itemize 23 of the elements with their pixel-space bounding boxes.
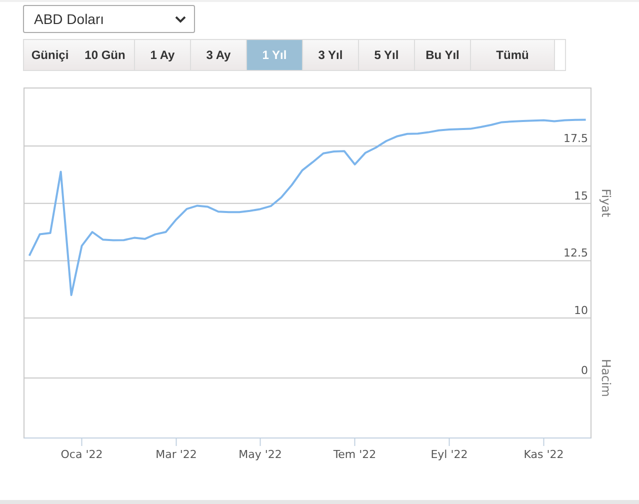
- range-tab[interactable]: 5 Yıl: [359, 40, 415, 70]
- y-tick-label: 10: [574, 304, 588, 318]
- y-axis-title: Fiyat: [599, 188, 613, 218]
- y-tick-label: 15: [574, 189, 588, 202]
- range-tab[interactable]: 1 Ay: [135, 40, 191, 70]
- y-tick-label: 0: [581, 364, 588, 377]
- range-tab[interactable]: Güniçi: [24, 40, 76, 70]
- range-tab[interactable]: 3 Yıl: [303, 40, 359, 70]
- x-tick-label: Mar '22: [156, 448, 197, 461]
- y-tick-label: 12.5: [564, 246, 588, 260]
- currency-select[interactable]: ABD Doları: [23, 5, 195, 33]
- y-tick-label: 17.5: [564, 132, 588, 146]
- x-tick-label: Kas '22: [524, 448, 564, 461]
- x-tick-label: May '22: [238, 448, 282, 461]
- range-tab[interactable]: 10 Gün: [76, 40, 135, 70]
- x-tick-label: Oca '22: [60, 448, 103, 461]
- range-tab[interactable]: 3 Ay: [191, 40, 247, 70]
- chevron-icon: [175, 16, 186, 22]
- x-tick-label: Eyl '22: [430, 448, 468, 461]
- range-tab[interactable]: Tümü: [471, 40, 555, 70]
- x-tick-label: Tem '22: [333, 448, 376, 461]
- range-tab[interactable]: Bu Yıl: [415, 40, 471, 70]
- y-axis-title: Hacim: [599, 359, 613, 397]
